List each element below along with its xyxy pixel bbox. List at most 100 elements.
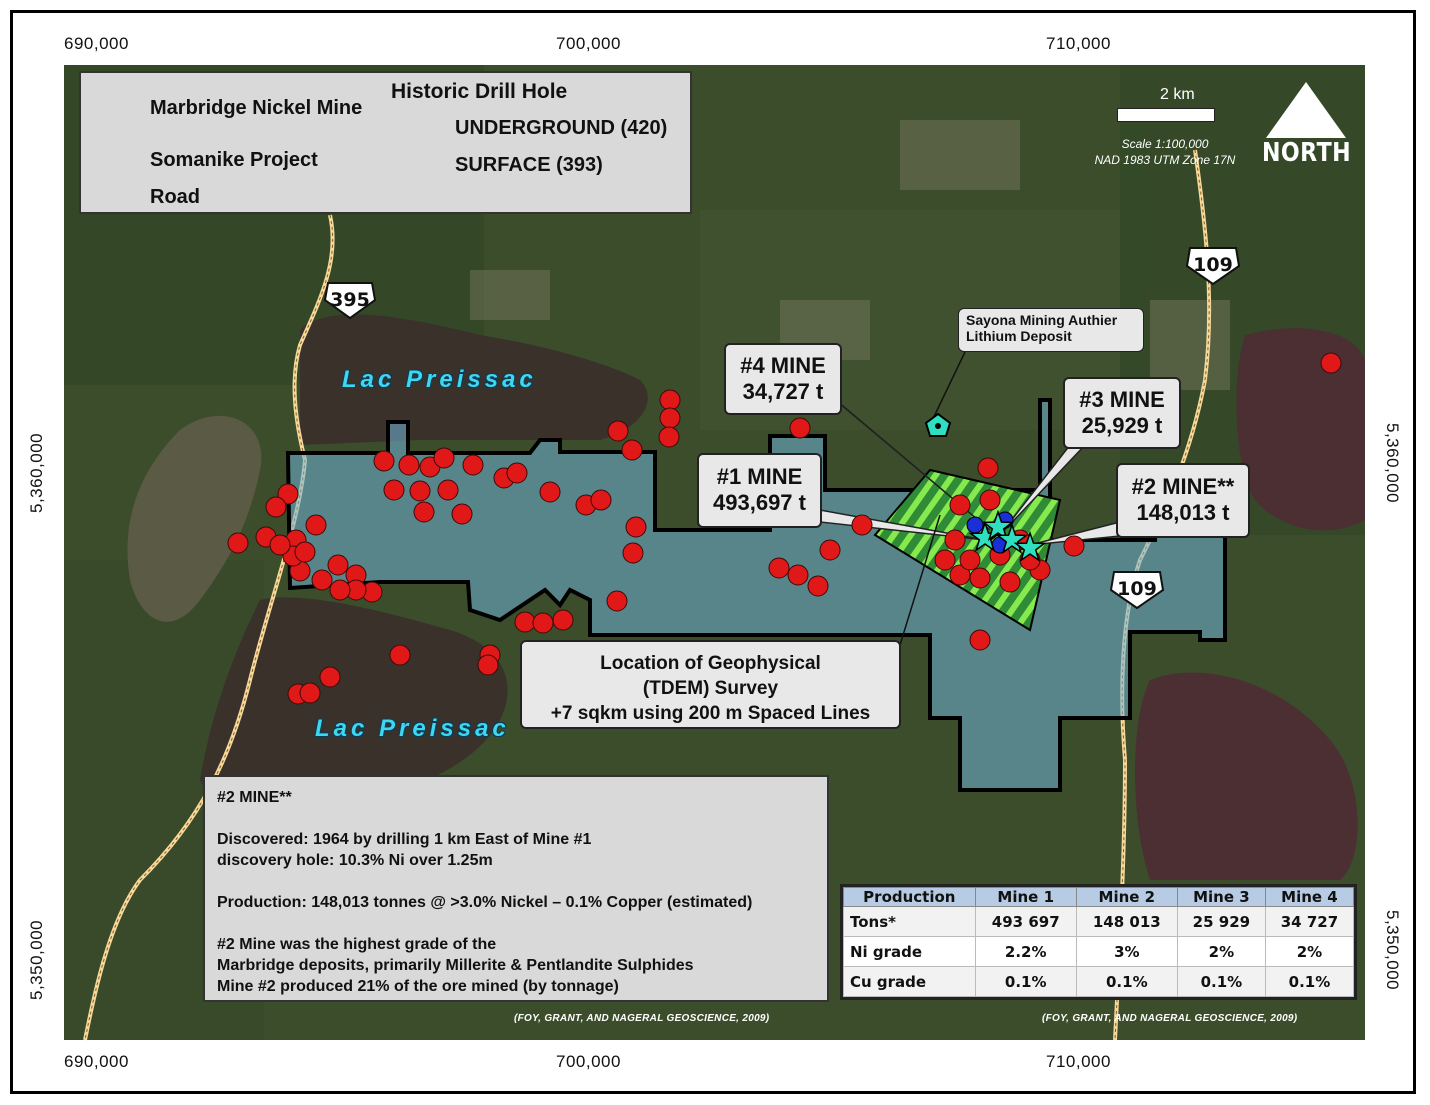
surface-drill-hole-marker: [265, 496, 287, 518]
surface-drill-hole-marker: [807, 575, 829, 597]
highway-109-north-label: 109: [1190, 248, 1236, 288]
mine-3-tons: 25,929 t: [1081, 413, 1163, 438]
scale-ratio: Scale 1:100,000: [1121, 137, 1209, 151]
callout-mine-3: #3 MINE 25,929 t: [1063, 377, 1181, 449]
row-tons-label: Tons*: [843, 906, 976, 937]
grid-label-top-710000: 710,000: [1046, 34, 1111, 53]
grid-label-top-690000: 690,000: [64, 34, 129, 53]
surface-drill-hole-marker: [969, 567, 991, 589]
surface-drill-hole-marker: [227, 532, 249, 554]
surface-drill-hole-marker: [607, 420, 629, 442]
table-row: Ni grade 2.2% 3% 2% 2%: [843, 936, 1355, 967]
surface-drill-hole-marker: [977, 457, 999, 479]
legend-underground-label: UNDERGROUND (420): [455, 117, 668, 139]
row-ni-mine-2: 3%: [1075, 936, 1178, 967]
callout-sayona: Sayona Mining Authier Lithium Deposit: [958, 308, 1144, 352]
source-note-left: (FOY, GRANT, AND NAGERAL GEOSCIENCE, 200…: [514, 1013, 770, 1024]
surface-drill-hole-marker: [514, 611, 536, 633]
scale-bar-label: 2 km: [1160, 86, 1195, 103]
grid-label-bottom-700000: 700,000: [556, 1052, 621, 1071]
surface-drill-hole-marker: [659, 389, 681, 411]
surface-drill-hole-marker: [819, 539, 841, 561]
projection-label: NAD 1983 UTM Zone 17N: [1094, 153, 1236, 167]
lake-label-south: Lac Preissac: [315, 715, 510, 742]
surface-drill-hole-marker: [979, 489, 1001, 511]
row-tons-mine-3: 25 929: [1176, 906, 1266, 937]
callout-mine-4: #4 MINE 34,727 t: [724, 343, 842, 415]
surface-drill-hole-marker: [329, 579, 351, 601]
row-tons-mine-2: 148 013: [1075, 906, 1178, 937]
surface-drill-hole-marker: [539, 481, 561, 503]
surface-drill-hole-marker: [768, 557, 790, 579]
highway-109-south-number: 109: [1117, 578, 1157, 600]
surface-drill-hole-marker: [305, 514, 327, 536]
surface-drill-hole-marker: [1063, 535, 1085, 557]
production-table-header: Production Mine 1 Mine 2 Mine 3 Mine 4: [843, 887, 1355, 907]
surface-drill-hole-marker: [319, 666, 341, 688]
sayona-line-2: Lithium Deposit: [966, 328, 1072, 344]
grid-label-right-5360000: 5,360,000: [1383, 423, 1402, 504]
row-ni-mine-4: 2%: [1264, 936, 1355, 967]
surface-drill-hole-marker: [787, 564, 809, 586]
surface-drill-hole-marker: [625, 516, 647, 538]
row-cu-mine-3: 0.1%: [1176, 966, 1266, 997]
survey-line-3: +7 sqkm using 200 m Spaced Lines: [550, 703, 871, 724]
scale-note: Scale 1:100,000 NAD 1983 UTM Zone 17N: [1070, 136, 1260, 168]
highway-109-north-number: 109: [1193, 254, 1233, 276]
survey-line-2: (TDEM) Survey: [642, 678, 779, 699]
row-ni-label: Ni grade: [843, 936, 976, 967]
info-note-3: Mine #2 produced 21% of the ore mined (b…: [217, 978, 619, 995]
surface-drill-hole-marker: [959, 549, 981, 571]
surface-drill-hole-marker: [552, 609, 574, 631]
surface-drill-hole-marker: [269, 534, 291, 556]
highway-395-number: 395: [330, 289, 370, 311]
surface-drill-hole-marker: [590, 489, 612, 511]
surface-drill-hole-marker: [506, 462, 528, 484]
callout-mine-2: #2 MINE** 148,013 t: [1116, 463, 1250, 538]
info-production: Production: 148,013 tonnes @ >3.0% Nicke…: [217, 894, 753, 911]
surface-drill-hole-marker: [1320, 352, 1342, 374]
legend-mine-label: Marbridge Nickel Mine: [150, 97, 363, 119]
info-title: #2 MINE**: [217, 789, 292, 806]
surface-drill-hole-marker: [413, 501, 435, 523]
mine-2-name: #2 MINE**: [1131, 474, 1235, 499]
surface-drill-hole-marker: [944, 529, 966, 551]
header-mine-3: Mine 3: [1176, 887, 1266, 907]
north-label: NORTH: [1262, 138, 1352, 168]
row-cu-label: Cu grade: [843, 966, 976, 997]
surface-drill-hole-marker: [606, 590, 628, 612]
mine-1-name: #1 MINE: [716, 464, 803, 489]
info-discovery-hole: discovery hole: 10.3% Ni over 1.25m: [217, 852, 493, 869]
surface-drill-hole-marker: [659, 407, 681, 429]
sayona-line-1: Sayona Mining Authier: [966, 312, 1118, 328]
grid-label-right-5350000: 5,350,000: [1383, 910, 1402, 991]
grid-label-left-5360000: 5,360,000: [27, 432, 46, 513]
surface-drill-hole-marker: [949, 494, 971, 516]
survey-line-1: Location of Geophysical: [600, 653, 821, 674]
surface-drill-hole-marker: [383, 479, 405, 501]
lake-label-north: Lac Preissac: [342, 366, 537, 393]
table-row: Cu grade 0.1% 0.1% 0.1% 0.1%: [843, 966, 1355, 997]
row-tons-mine-1: 493 697: [974, 906, 1077, 937]
mine-4-name: #4 MINE: [740, 353, 826, 378]
surface-drill-hole-marker: [789, 417, 811, 439]
grid-label-bottom-690000: 690,000: [64, 1052, 129, 1071]
grid-label-bottom-710000: 710,000: [1046, 1052, 1111, 1071]
row-ni-mine-3: 2%: [1176, 936, 1266, 967]
grid-label-left-5350000: 5,350,000: [27, 919, 46, 1000]
legend-drill-header: Historic Drill Hole: [391, 80, 568, 103]
surface-drill-hole-marker: [934, 549, 956, 571]
table-row: Tons* 493 697 148 013 25 929 34 727: [843, 906, 1355, 937]
grid-label-top-700000: 700,000: [556, 34, 621, 53]
row-ni-mine-1: 2.2%: [974, 936, 1077, 967]
header-production: Production: [843, 887, 976, 907]
callout-tdem-survey: Location of Geophysical (TDEM) Survey +7…: [520, 640, 901, 729]
surface-drill-hole-marker: [969, 629, 991, 651]
sayona-center-dot: [935, 423, 941, 429]
surface-drill-hole-marker: [451, 503, 473, 525]
surface-drill-hole-marker: [621, 439, 643, 461]
highway-109-south-label: 109: [1114, 572, 1160, 612]
info-note-2: Marbridge deposits, primarily Millerite …: [217, 957, 694, 974]
header-mine-2: Mine 2: [1075, 887, 1178, 907]
surface-drill-hole-marker: [851, 514, 873, 536]
